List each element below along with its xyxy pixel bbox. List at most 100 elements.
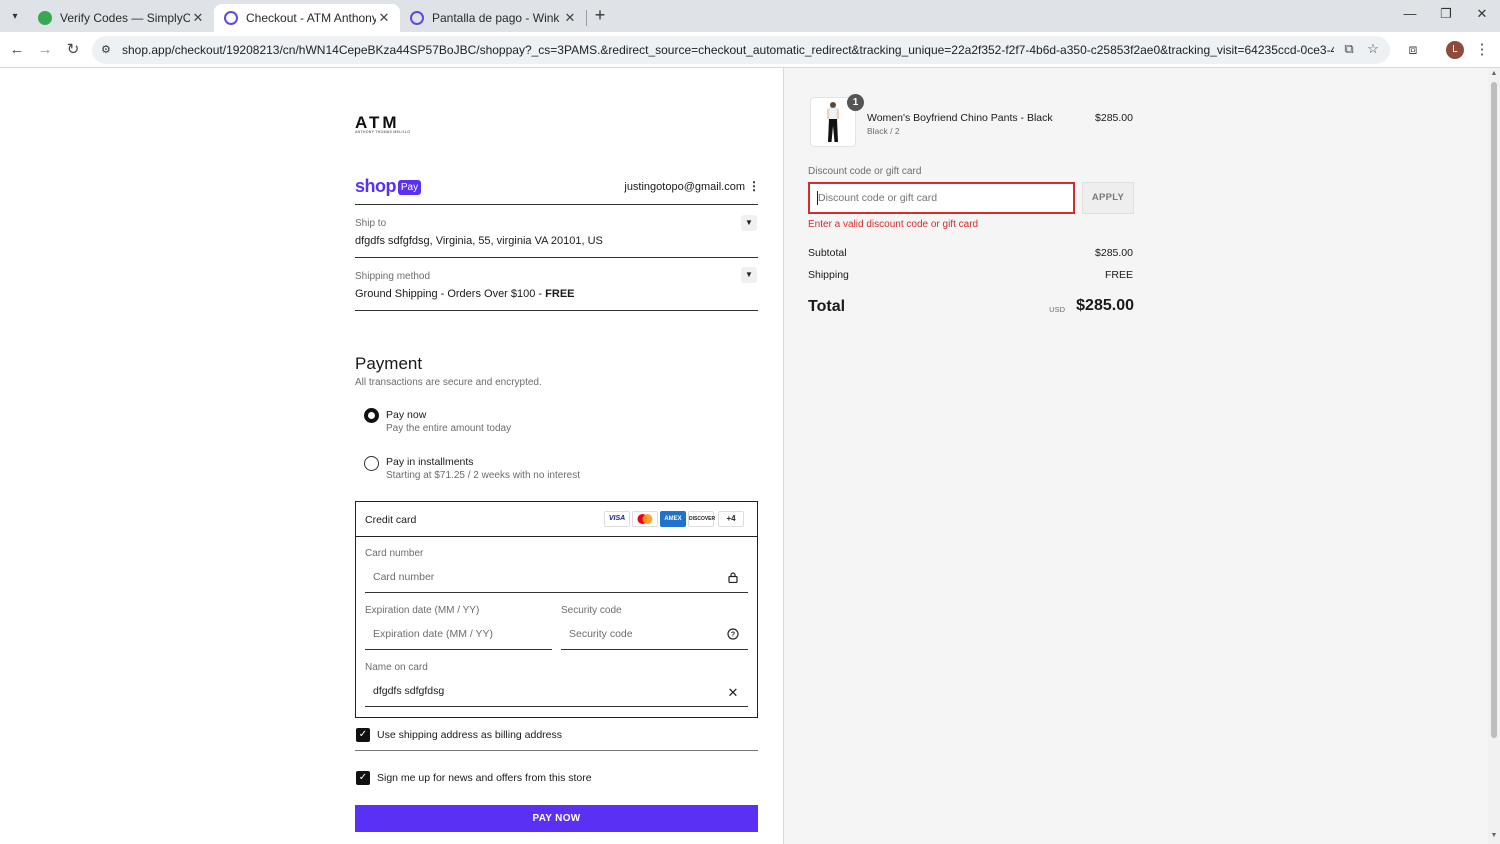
forward-icon[interactable]: → (35, 40, 55, 60)
product-name: Women's Boyfriend Chino Pants - Black (867, 112, 1053, 124)
svg-text:?: ? (731, 632, 735, 639)
url-text[interactable]: shop.app/checkout/19208213/cn/hWN14CepeB… (122, 43, 1334, 57)
credit-card-title: Credit card (365, 514, 417, 526)
payment-subtitle: All transactions are secure and encrypte… (355, 377, 542, 388)
divider (355, 204, 758, 205)
tab-close-icon[interactable]: ✕ (562, 10, 578, 26)
expiry-label: Expiration date (MM / YY) (365, 605, 480, 616)
newsletter-label[interactable]: Sign me up for news and offers from this… (377, 772, 592, 784)
chevron-down-icon[interactable]: ▼ (741, 215, 757, 231)
omnibox[interactable]: ⚙ shop.app/checkout/19208213/cn/hWN14Cep… (92, 36, 1390, 64)
shop-pay-wordmark: shop (355, 176, 397, 196)
shipping-method-name: Ground Shipping - Orders Over $100 (355, 288, 536, 300)
discount-label: Discount code or gift card (808, 166, 922, 177)
tab-simplycodes[interactable]: Verify Codes — SimplyCodes ✕ (28, 4, 214, 32)
scroll-up-icon[interactable]: ▲ (1490, 70, 1498, 77)
ship-to-value: dfgdfs sdfgfdsg, Virginia, 55, virginia … (355, 235, 603, 247)
product-price: $285.00 (1095, 112, 1133, 124)
pay-now-subtitle: Pay the entire amount today (386, 423, 512, 434)
new-tab-button[interactable]: + (590, 6, 610, 26)
visa-icon: VISA (604, 511, 630, 527)
divider (355, 310, 758, 311)
installments-title[interactable]: Pay in installments (386, 456, 474, 468)
credit-card-header[interactable]: Credit card VISA AMEX DISCOVER +4 (356, 502, 757, 537)
divider (355, 257, 758, 258)
expiry-field[interactable]: Expiration date (MM / YY) (365, 622, 552, 650)
simplycodes-favicon-icon (38, 11, 52, 25)
tab-title: Checkout - ATM Anthony Thom (246, 11, 376, 25)
quantity-badge: 1 (847, 94, 864, 111)
shipping-method-label: Shipping method (355, 271, 431, 282)
divider (355, 750, 758, 751)
browser-menu-icon[interactable]: ⋮ (1474, 40, 1490, 60)
card-number-input[interactable]: Card number (373, 571, 434, 583)
shop-favicon-icon (224, 11, 238, 25)
pay-now-title[interactable]: Pay now (386, 409, 426, 421)
translate-icon[interactable]: ⧉ (1340, 41, 1358, 59)
site-info-icon[interactable]: ⚙ (101, 43, 115, 57)
product-variant: Black / 2 (867, 126, 900, 136)
expiry-input[interactable]: Expiration date (MM / YY) (373, 628, 493, 640)
apply-discount-button[interactable]: APPLY (1082, 182, 1134, 214)
profile-avatar[interactable]: L (1446, 41, 1464, 59)
shipping-label: Shipping (808, 269, 849, 281)
payment-heading: Payment (355, 354, 423, 373)
discount-input[interactable] (818, 192, 1058, 204)
discover-icon: DISCOVER (688, 511, 715, 527)
credit-card-panel: Credit card VISA AMEX DISCOVER +4 Card n… (355, 501, 758, 718)
pay-now-button[interactable]: PAY NOW (355, 805, 758, 832)
shipping-method-price: FREE (545, 288, 575, 300)
shop-favicon-icon (410, 11, 424, 25)
subtotal-value: $285.00 (1095, 247, 1133, 259)
ship-to-label: Ship to (355, 218, 387, 229)
store-logo[interactable]: ATM ANTHONY THOMAS MELILLO (355, 114, 410, 134)
back-icon[interactable]: ← (7, 40, 27, 60)
tab-strip: ▾ Verify Codes — SimplyCodes ✕ Checkout … (0, 0, 1500, 32)
pay-now-radio[interactable] (364, 408, 379, 423)
close-window-icon[interactable]: ✕ (1470, 6, 1494, 26)
card-number-field[interactable]: Card number (365, 565, 748, 593)
clear-icon[interactable]: ✕ (726, 685, 740, 700)
name-on-card-input[interactable]: dfgdfs sdfgfdsg (373, 685, 444, 697)
tab-checkout-atm[interactable]: Checkout - ATM Anthony Thom ✕ (214, 4, 400, 32)
installments-subtitle: Starting at $71.25 / 2 weeks with no int… (386, 470, 580, 481)
tab-wink-well[interactable]: Pantalla de pago - Wink Well ✕ (400, 4, 586, 32)
tab-search-icon[interactable]: ▾ (6, 7, 24, 25)
mastercard-icon (632, 511, 658, 527)
billing-address-label[interactable]: Use shipping address as billing address (377, 729, 562, 741)
account-email: justingotopo@gmail.com (624, 181, 745, 193)
scrollbar-thumb[interactable] (1491, 82, 1497, 738)
shipping-method-separator: - (535, 288, 546, 300)
restore-icon[interactable]: ❐ (1434, 6, 1458, 26)
installments-radio[interactable] (364, 456, 379, 471)
tab-close-icon[interactable]: ✕ (190, 10, 206, 26)
account-menu-icon[interactable]: ⋮ (748, 179, 760, 195)
bookmark-star-icon[interactable]: ☆ (1364, 41, 1382, 59)
tab-divider (586, 10, 587, 26)
discount-field[interactable] (808, 182, 1075, 214)
help-circle-icon[interactable]: ? (726, 628, 740, 642)
name-on-card-field[interactable]: dfgdfs sdfgfdsg ✕ (365, 679, 748, 707)
security-code-input[interactable]: Security code (569, 628, 633, 640)
minimize-icon[interactable]: — (1398, 6, 1422, 26)
amex-icon: AMEX (660, 511, 686, 527)
total-value: $285.00 (1076, 297, 1134, 314)
name-on-card-label: Name on card (365, 662, 428, 673)
tab-close-icon[interactable]: ✕ (376, 10, 392, 26)
shipping-value: FREE (1104, 269, 1133, 281)
newsletter-checkbox[interactable]: ✓ (356, 771, 370, 785)
tab-title: Verify Codes — SimplyCodes (60, 11, 190, 25)
address-bar-row: ← → ↻ ⚙ shop.app/checkout/19208213/cn/hW… (0, 32, 1500, 68)
extensions-icon[interactable]: ⧈ (1404, 41, 1422, 59)
page-scrollbar[interactable]: ▲ ▼ (1488, 68, 1500, 844)
more-cards-badge: +4 (718, 511, 744, 527)
card-number-label: Card number (365, 548, 424, 559)
lock-icon (726, 571, 740, 585)
scroll-down-icon[interactable]: ▼ (1490, 832, 1498, 839)
chevron-down-icon[interactable]: ▼ (741, 267, 757, 283)
billing-address-checkbox[interactable]: ✓ (356, 728, 370, 742)
total-currency: USD (1049, 305, 1065, 314)
security-code-field[interactable]: Security code ? (561, 622, 748, 650)
reload-icon[interactable]: ↻ (63, 40, 83, 60)
shipping-method-value: Ground Shipping - Orders Over $100 - FRE… (355, 288, 575, 300)
